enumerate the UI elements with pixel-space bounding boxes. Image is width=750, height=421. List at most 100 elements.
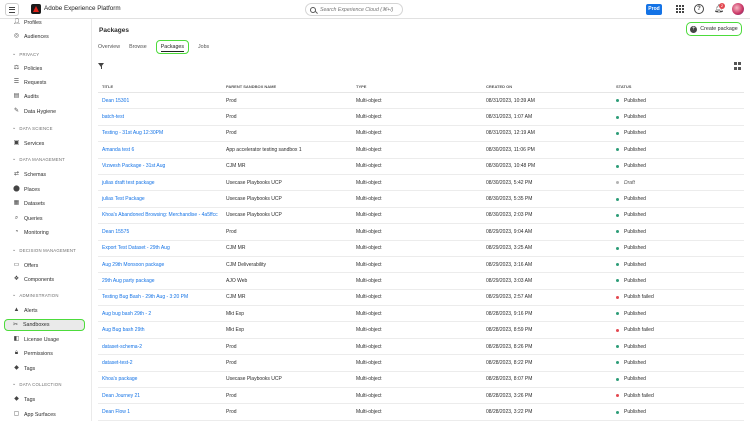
tab-overview[interactable]: Overview bbox=[98, 44, 120, 50]
package-title-link[interactable]: Aug Bug bash 29th bbox=[98, 327, 226, 333]
table-row[interactable]: Testing Bug Bash - 29th Aug - 3:20 PM CJM… bbox=[98, 290, 744, 307]
sidebar-item-monitoring[interactable]: ◔ Monitoring bbox=[13, 228, 49, 237]
sidebar-item-schemas[interactable]: ⇄ Schemas bbox=[13, 170, 46, 179]
apps-grid-icon[interactable] bbox=[675, 4, 685, 14]
table-row[interactable]: batch-test Prod Multi-object 08/31/2023, 1:… bbox=[98, 109, 744, 126]
created-on-cell: 08/29/2023, 3:16 AM bbox=[486, 261, 533, 268]
table-row[interactable]: dataset-schema-2 Prod Multi-object 08/28/20… bbox=[98, 339, 744, 356]
sidebar-item-tags[interactable]: ◆ Tags bbox=[13, 395, 35, 404]
sandbox-switcher-button[interactable]: Prod bbox=[646, 4, 662, 15]
package-title-link[interactable]: Khoa's package bbox=[98, 376, 226, 382]
package-title-link[interactable]: 29th Aug party package bbox=[98, 278, 226, 284]
sidebar-item-services[interactable]: ▣ Services bbox=[13, 139, 45, 148]
package-title-link[interactable]: Vizwesh Package - 31st Aug bbox=[98, 163, 226, 169]
sidebar-item-components[interactable]: ❖ Components bbox=[13, 275, 54, 284]
package-title-link[interactable]: Testing - 31st Aug 12:30PM bbox=[98, 130, 226, 136]
column-header[interactable]: TITLE bbox=[98, 84, 226, 89]
sidebar-item-app-surfaces[interactable]: ▢ App Surfaces bbox=[13, 410, 56, 419]
status-dot-icon bbox=[616, 164, 619, 168]
sidebar-item-audiences[interactable]: ◎ Audiences bbox=[13, 32, 49, 41]
table-row[interactable]: Khoa's Abandoned Browsing: Merchandise -… bbox=[98, 208, 744, 225]
created-on-cell: 08/28/2023, 3:26 PM bbox=[486, 392, 533, 399]
sidebar-section-header[interactable]: ⌄ ADMINISTRATION bbox=[12, 292, 59, 298]
status-dot-icon bbox=[616, 394, 619, 398]
package-title-link[interactable]: Dean 15575 bbox=[98, 229, 226, 235]
sidebar-section-header[interactable]: ⌄ DECISION MANAGEMENT bbox=[12, 247, 76, 253]
components-icon: ❖ bbox=[13, 276, 20, 282]
package-title-link[interactable]: Dean 15301 bbox=[98, 98, 226, 104]
sidebar-item-requests[interactable]: ☰ Requests bbox=[13, 78, 47, 87]
table-row[interactable]: Amanda test 6 App accelerator testing san… bbox=[98, 142, 744, 159]
sidebar-item-permissions[interactable]: 🔒︎ Permissions bbox=[13, 349, 53, 358]
sidebar-item-audits[interactable]: ▤ Audits bbox=[13, 92, 39, 101]
table-row[interactable]: Vizwesh Package - 31st Aug CJM MR Multi-ob… bbox=[98, 159, 744, 175]
table-row[interactable]: Dean 15575 Prod Multi-object 08/29/2023, 9:… bbox=[98, 224, 744, 241]
left-nav-sidebar: 👤︎ Profiles ◎ Audiences ⌄ PRIVACY ⚖︎ Policies ☰ R… bbox=[0, 19, 92, 421]
search-input[interactable] bbox=[320, 6, 400, 13]
column-header[interactable]: TYPE bbox=[356, 84, 486, 89]
sidebar-item-profiles[interactable]: 👤︎ Profiles bbox=[13, 18, 42, 27]
column-header[interactable]: STATUS bbox=[616, 84, 744, 89]
sidebar-item-queries[interactable]: ⌕ Queries bbox=[13, 214, 43, 223]
sidebar-section-header[interactable]: ⌄ DATA COLLECTION bbox=[12, 381, 62, 387]
sidebar-section-header[interactable]: ⌄ PRIVACY bbox=[12, 51, 39, 57]
filter-icon[interactable] bbox=[98, 63, 104, 69]
tab-browse[interactable]: Browse bbox=[129, 44, 147, 50]
column-header[interactable]: PARENT SANDBOX NAME bbox=[226, 84, 356, 89]
sidebar-item-offers[interactable]: ▭ Offers bbox=[13, 261, 39, 270]
parent-sandbox-cell: CJM MR bbox=[226, 294, 246, 301]
column-settings-icon[interactable] bbox=[734, 62, 742, 70]
package-title-link[interactable]: Aug bug bash 29th - 2 bbox=[98, 311, 226, 317]
parent-sandbox-cell: Prod bbox=[226, 343, 237, 350]
table-row[interactable]: Dean 15301 Prod Multi-object 08/31/2023, 10… bbox=[98, 93, 744, 110]
table-row[interactable]: Aug 29th Monsoon package CJM Deliverabili… bbox=[98, 257, 744, 274]
user-avatar[interactable] bbox=[732, 3, 744, 15]
table-row[interactable]: 29th Aug party package AJO Web Multi-objec… bbox=[98, 273, 744, 290]
table-row[interactable]: Testing - 31st Aug 12:30PM Prod Multi-obje… bbox=[98, 126, 744, 143]
table-row[interactable]: julias Test Package Usecase Playbooks UCP… bbox=[98, 191, 744, 208]
app-title: Adobe Experience Platform bbox=[44, 5, 121, 12]
sidebar-item-license-usage[interactable]: ◧ License Usage bbox=[13, 335, 59, 344]
package-title-link[interactable]: Aug 29th Monsoon package bbox=[98, 262, 226, 268]
package-title-link[interactable]: Khoa's Abandoned Browsing: Merchandise -… bbox=[98, 212, 226, 218]
sidebar-item-data-hygiene[interactable]: ✎ Data Hygiene bbox=[13, 107, 56, 116]
table-row[interactable]: Export Test Dataset - 29th Aug CJM MR Mult… bbox=[98, 241, 744, 257]
table-row[interactable]: Dean Flow 1 Prod Multi-object 08/28/2023, 3… bbox=[98, 404, 744, 421]
sidebar-item-alerts[interactable]: ▲ Alerts bbox=[13, 306, 38, 315]
package-title-link[interactable]: dataset-test-2 bbox=[98, 360, 226, 366]
sidebar-item-places[interactable]: ⬤ Places bbox=[13, 185, 40, 194]
sidebar-section-header[interactable]: ⌄ DATA SCIENCE bbox=[12, 125, 53, 131]
hamburger-menu-icon[interactable] bbox=[5, 3, 19, 16]
package-title-link[interactable]: julias Test Package bbox=[98, 196, 226, 202]
table-row[interactable]: Khoa's package Usecase Playbooks UCP Multi… bbox=[98, 372, 744, 389]
package-title-link[interactable]: dataset-schema-2 bbox=[98, 344, 226, 350]
column-header[interactable]: CREATED ON bbox=[486, 84, 616, 89]
help-icon[interactable]: ? bbox=[694, 4, 704, 14]
sidebar-item-sandboxes[interactable]: ✂︎ Sandboxes bbox=[4, 319, 85, 331]
created-on-cell: 08/31/2023, 10:39 AM bbox=[486, 97, 535, 104]
table-row[interactable]: Dean Journey 21 Prod Multi-object 08/28/202… bbox=[98, 388, 744, 405]
table-row[interactable]: Aug bug bash 29th - 2 Mkt Exp Multi-object… bbox=[98, 306, 744, 323]
adobe-logo-icon[interactable] bbox=[31, 4, 41, 14]
package-title-link[interactable]: Testing Bug Bash - 29th Aug - 3:20 PM bbox=[98, 294, 226, 300]
package-title-link[interactable]: Dean Journey 21 bbox=[98, 393, 226, 399]
search-bar[interactable] bbox=[305, 3, 403, 16]
tab-packages[interactable]: Packages bbox=[155, 40, 190, 54]
sidebar-item-tags[interactable]: ◆ Tags bbox=[13, 364, 35, 373]
tab-jobs[interactable]: Jobs bbox=[198, 44, 209, 50]
status-dot-icon bbox=[616, 115, 619, 119]
package-title-link[interactable]: Dean Flow 1 bbox=[98, 409, 226, 415]
alerts-icon: ▲ bbox=[13, 307, 20, 313]
table-row[interactable]: julias draft test package Usecase Playboo… bbox=[98, 175, 744, 192]
status-cell: Published bbox=[616, 147, 744, 153]
table-row[interactable]: dataset-test-2 Prod Multi-object 08/28/2023… bbox=[98, 355, 744, 372]
package-title-link[interactable]: Export Test Dataset - 29th Aug bbox=[98, 245, 226, 251]
table-row[interactable]: Aug Bug bash 29th Mkt Exp Multi-object 08/2… bbox=[98, 322, 744, 339]
sidebar-item-datasets[interactable]: ▦ Datasets bbox=[13, 199, 45, 208]
sidebar-item-policies[interactable]: ⚖︎ Policies bbox=[13, 64, 42, 73]
package-title-link[interactable]: julias draft test package bbox=[98, 180, 226, 186]
package-title-link[interactable]: Amanda test 6 bbox=[98, 147, 226, 153]
package-title-link[interactable]: batch-test bbox=[98, 114, 226, 120]
create-package-button[interactable]: + Create package bbox=[686, 22, 742, 36]
sidebar-section-header[interactable]: ⌄ DATA MANAGEMENT bbox=[12, 156, 65, 162]
